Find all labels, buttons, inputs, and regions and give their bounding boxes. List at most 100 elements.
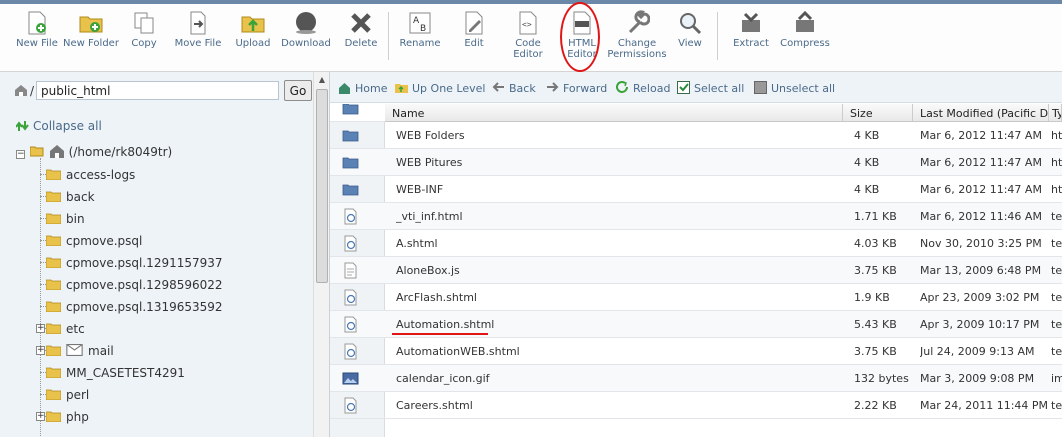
tree-item-label: etc bbox=[66, 322, 85, 336]
new-folder-button[interactable]: New Folder bbox=[63, 10, 119, 49]
folder-icon bbox=[342, 184, 359, 196]
edit-button[interactable]: Edit bbox=[446, 10, 502, 49]
file-size-cell: 2.22 KB bbox=[854, 399, 897, 412]
table-row[interactable]: WEB Folders 4 KB Mar 6, 2012 11:47 AM htt bbox=[330, 122, 1062, 149]
new-file-button[interactable]: New File bbox=[9, 10, 65, 49]
tree-guide-line bbox=[40, 158, 41, 437]
table-row[interactable]: _vti_inf.html 1.71 KB Mar 6, 2012 11:46 AM… bbox=[330, 203, 1062, 230]
column-header-size[interactable]: Size bbox=[843, 104, 913, 122]
tree-scrollbar[interactable]: ▲ bbox=[313, 72, 329, 437]
path-separator: / bbox=[30, 84, 35, 98]
navigation-bar: Home Up One Level Back Forward Reload Se… bbox=[330, 72, 1062, 103]
tree-item[interactable]: access-logs bbox=[46, 168, 135, 190]
back-button[interactable]: Back bbox=[492, 81, 536, 95]
tree-item[interactable]: MM_CASETEST4291 bbox=[46, 366, 185, 388]
folder-icon bbox=[342, 157, 359, 169]
svg-text:A: A bbox=[413, 16, 420, 26]
folder-icon bbox=[46, 169, 61, 180]
go-button[interactable]: Go bbox=[284, 80, 312, 101]
table-row[interactable]: ArcFlash.shtml 1.9 KB Apr 23, 2009 3:02 PM… bbox=[330, 284, 1062, 311]
file-name-cell: Automation.shtml bbox=[396, 318, 495, 331]
collapse-all-link[interactable]: Collapse all bbox=[15, 119, 102, 133]
table-row[interactable]: Automation.shtml 5.43 KB Apr 3, 2009 10:17… bbox=[330, 311, 1062, 338]
file-name-cell: AutomationWEB.shtml bbox=[396, 345, 520, 358]
scrollbar-thumb[interactable] bbox=[316, 89, 328, 283]
tree-root-label: (/home/rk8049tr) bbox=[68, 145, 173, 159]
move-file-button[interactable]: Move File bbox=[170, 10, 226, 49]
extract-button[interactable]: Extract bbox=[723, 10, 779, 49]
folder-icon bbox=[46, 345, 61, 356]
table-row[interactable]: AloneBox.js 3.75 KB Mar 13, 2009 6:48 PM te… bbox=[330, 257, 1062, 284]
path-input[interactable] bbox=[36, 81, 279, 100]
code-editor-button[interactable]: <> Code Editor bbox=[500, 10, 556, 60]
table-row[interactable]: Careers.shtml 2.22 KB Mar 24, 2011 11:44 P… bbox=[330, 392, 1062, 419]
view-button[interactable]: View bbox=[662, 10, 718, 49]
unselect-all-button[interactable]: Unselect all bbox=[754, 81, 835, 95]
tree-item-label: cpmove.psql.1319653592 bbox=[66, 300, 223, 314]
table-row[interactable]: calendar_icon.gif 132 bytes Mar 3, 2009 9:… bbox=[330, 365, 1062, 392]
file-type-cell: htt bbox=[1051, 156, 1062, 169]
home-icon[interactable] bbox=[14, 84, 28, 96]
home-icon bbox=[339, 83, 350, 94]
delete-button[interactable]: Delete bbox=[333, 10, 389, 49]
file-modified-cell: Mar 6, 2012 11:47 AM bbox=[920, 129, 1042, 142]
folder-icon bbox=[342, 130, 359, 142]
toolbar-separator bbox=[717, 12, 718, 60]
folder-icon bbox=[46, 257, 61, 268]
table-row[interactable]: WEB Pitures 4 KB Mar 6, 2012 11:47 AM htt bbox=[330, 149, 1062, 176]
file-list-pane: Home Up One Level Back Forward Reload Se… bbox=[330, 72, 1062, 437]
up-one-level-button[interactable]: Up One Level bbox=[395, 81, 485, 95]
reload-icon bbox=[616, 81, 628, 93]
table-row[interactable]: WEB-INF 4 KB Mar 6, 2012 11:47 AM htt bbox=[330, 176, 1062, 203]
file-size-cell: 3.75 KB bbox=[854, 264, 897, 277]
rename-button[interactable]: AB Rename bbox=[392, 10, 448, 49]
column-header-name[interactable]: Name bbox=[385, 104, 843, 122]
select-all-button[interactable]: Select all bbox=[677, 81, 744, 95]
column-header-type[interactable]: Ty bbox=[1049, 104, 1062, 122]
file-size-cell: 4 KB bbox=[854, 156, 880, 169]
tree-item[interactable]: etc bbox=[46, 322, 85, 344]
tree-item[interactable]: cpmove.psql.1298596022 bbox=[46, 278, 223, 300]
table-row[interactable]: A.shtml 4.03 KB Nov 30, 2010 3:25 PM tex bbox=[330, 230, 1062, 257]
download-button[interactable]: Download bbox=[278, 10, 334, 49]
file-size-cell: 4 KB bbox=[854, 183, 880, 196]
checkbox-checked-icon bbox=[677, 81, 690, 94]
file-modified-cell: Mar 24, 2011 11:44 PM bbox=[920, 399, 1048, 412]
tree-item[interactable]: cpmove.psql.1291157937 bbox=[46, 256, 223, 278]
folder-icon bbox=[46, 367, 61, 378]
move-file-icon bbox=[190, 11, 206, 35]
tree-item-label: php bbox=[66, 410, 89, 424]
tree-item[interactable]: cpmove.psql.1319653592 bbox=[46, 300, 223, 322]
forward-button[interactable]: Forward bbox=[546, 81, 607, 95]
table-row[interactable]: AutomationWEB.shtml 3.75 KB Jul 24, 2009 9… bbox=[330, 338, 1062, 365]
tree-item-label: cpmove.psql.1298596022 bbox=[66, 278, 223, 292]
reload-button[interactable]: Reload bbox=[616, 81, 670, 95]
change-permissions-button[interactable]: Change Permissions bbox=[607, 10, 667, 60]
file-type-cell: tex bbox=[1051, 318, 1062, 331]
collapse-root-toggle[interactable]: − bbox=[16, 150, 25, 159]
tree-item[interactable]: mail bbox=[46, 344, 114, 366]
column-header-modified[interactable]: Last Modified (Pacific Da bbox=[913, 104, 1049, 122]
file-modified-cell: Apr 23, 2009 3:02 PM bbox=[920, 291, 1040, 304]
top-accent-bar bbox=[0, 0, 1062, 4]
tree-item[interactable]: php bbox=[46, 410, 89, 432]
file-name-cell: Careers.shtml bbox=[396, 399, 473, 412]
scroll-up-arrow[interactable]: ▲ bbox=[317, 75, 327, 85]
copy-button[interactable]: Copy bbox=[116, 10, 172, 49]
compress-button[interactable]: Compress bbox=[777, 10, 833, 49]
tree-item[interactable]: bin bbox=[46, 212, 85, 234]
upload-button[interactable]: Upload bbox=[225, 10, 281, 49]
tree-item[interactable]: perl bbox=[46, 388, 89, 410]
tree-item[interactable]: cpmove.psql bbox=[46, 234, 142, 256]
file-type-cell: htt bbox=[1051, 183, 1062, 196]
directory-tree-pane: / Go Collapse all − (/home/rk8049tr) acc… bbox=[0, 72, 330, 437]
new-folder-icon bbox=[79, 16, 103, 33]
tree-root[interactable]: (/home/rk8049tr) bbox=[29, 144, 173, 159]
file-name-cell: A.shtml bbox=[396, 237, 438, 250]
expand-toggle[interactable]: + bbox=[36, 346, 45, 355]
expand-toggle[interactable]: + bbox=[36, 324, 45, 333]
expand-toggle[interactable]: + bbox=[36, 412, 45, 421]
home-nav-button[interactable]: Home bbox=[338, 81, 387, 95]
home-icon bbox=[49, 145, 64, 158]
tree-item[interactable]: back bbox=[46, 190, 95, 212]
